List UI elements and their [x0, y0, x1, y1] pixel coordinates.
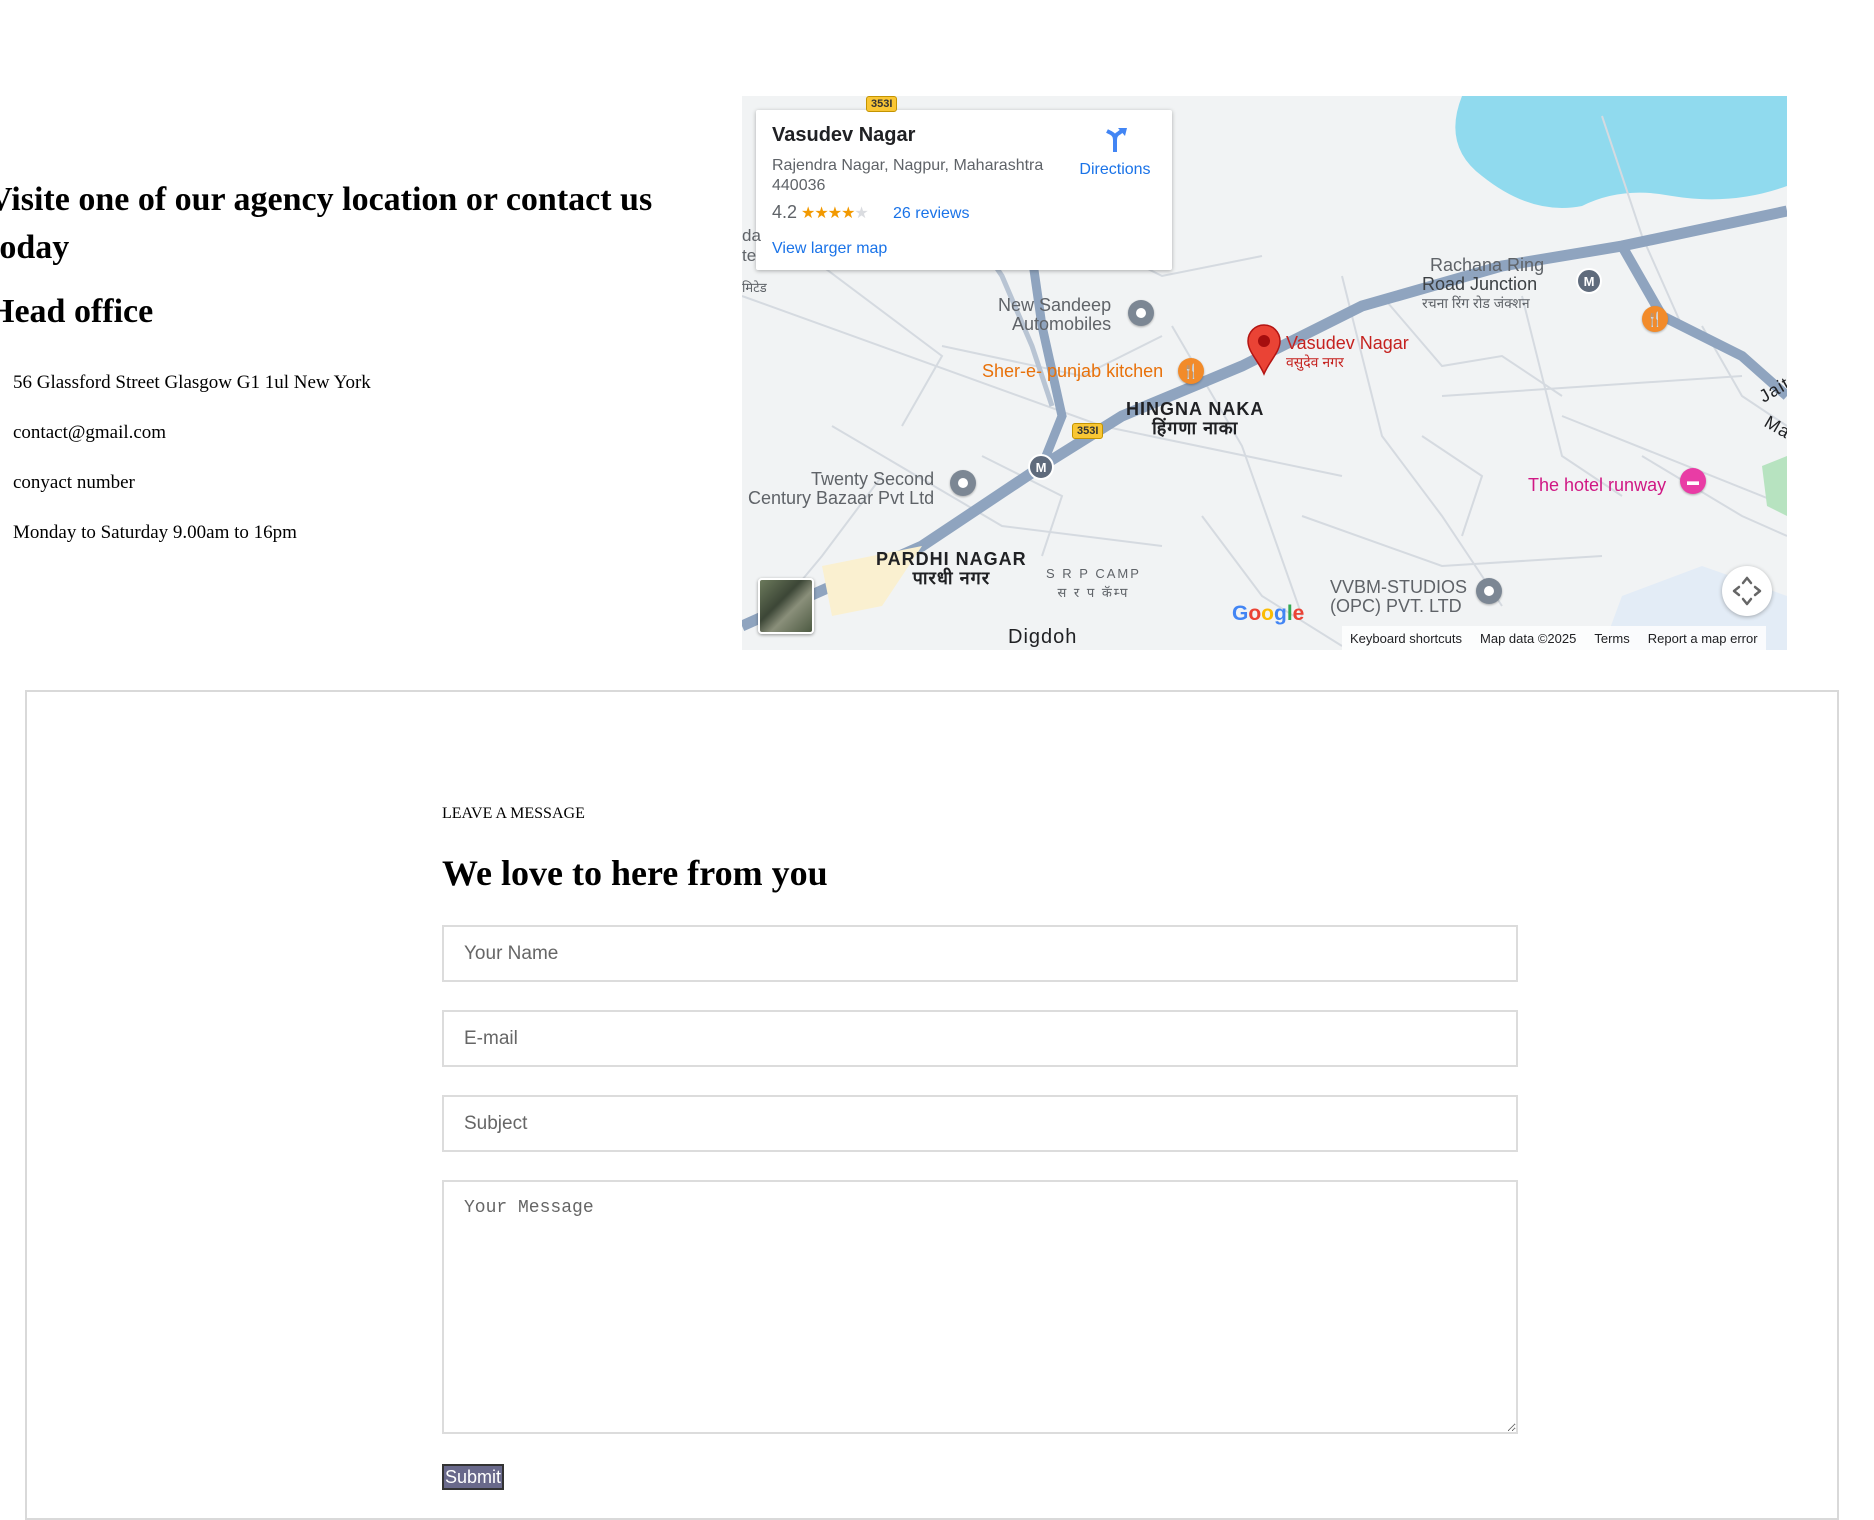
rachana-junction-label: Rachana Ring Road Junction रचना रिंग रोड…: [1422, 256, 1544, 313]
pardhi-nagar-label: PARDHI NAGAR पारधी नगर: [876, 550, 1027, 588]
new-sandeep-label: New Sandeep Automobiles: [998, 296, 1111, 334]
head-office-title: Head office: [0, 293, 154, 330]
message-textarea[interactable]: [442, 1180, 1518, 1434]
label-line: रचना रिंग रोड जंक्शन: [1422, 295, 1530, 311]
map-edge-label: te: [742, 246, 757, 265]
map-edge-label: मिटेड: [742, 280, 767, 295]
form-eyebrow: LEAVE A MESSAGE: [442, 805, 585, 822]
location-pin-icon[interactable]: [950, 470, 976, 496]
label-line: Rachana Ring: [1430, 255, 1545, 275]
highway-shield: 353I: [1072, 423, 1104, 439]
restaurant-icon[interactable]: 🍴: [1642, 306, 1668, 332]
subject-input[interactable]: [442, 1095, 1518, 1152]
name-input[interactable]: [442, 925, 1518, 982]
label-line: Road Junction: [1422, 274, 1538, 294]
label-line: New Sandeep: [998, 295, 1112, 315]
contact-details-list: 56 Glassford Street Glasgow G1 1ul New Y…: [0, 358, 720, 558]
srp-camp-label: S R P CAMP स र प कॅम्प: [1046, 564, 1141, 602]
keyboard-shortcuts-link[interactable]: Keyboard shortcuts: [1350, 631, 1462, 646]
view-larger-map-link[interactable]: View larger map: [772, 240, 887, 258]
vvbm-studios-label: VVBM-STUDIOS (OPC) PVT. LTD: [1330, 578, 1467, 616]
submit-button[interactable]: Submit: [442, 1464, 504, 1490]
place-address: Rajendra Nagar, Nagpur, Maharashtra 4400…: [772, 157, 1044, 194]
restaurant-label: Sher-e- punjab kitchen: [982, 361, 1164, 381]
place-name: Vasudev Nagar: [772, 124, 916, 146]
label-line: Twenty Second: [811, 469, 935, 489]
fullscreen-button[interactable]: [1722, 566, 1772, 616]
satellite-view-toggle[interactable]: [758, 578, 814, 634]
embedded-map[interactable]: Vasudev Nagar Rajendra Nagar, Nagpur, Ma…: [742, 96, 1787, 650]
hingna-naka-label: HINGNA NAKA हिंगणा नाका: [1126, 400, 1264, 438]
label-line: वसुदेव नगर: [1286, 354, 1344, 370]
email-input[interactable]: [442, 1010, 1518, 1067]
address-item: 56 Glassford Street Glasgow G1 1ul New Y…: [13, 372, 371, 393]
place-card: Vasudev Nagar Rajendra Nagar, Nagpur, Ma…: [756, 110, 1172, 270]
rating-value: 4.2: [772, 202, 798, 222]
report-error-link[interactable]: Report a map error: [1648, 631, 1758, 646]
rating-stars: ★★★★★: [801, 205, 869, 222]
fullscreen-icon: [1732, 576, 1762, 606]
directions-button[interactable]: Directions: [1074, 126, 1156, 179]
form-title: We love to here from you: [442, 853, 828, 893]
map-edge-label: da: [742, 226, 761, 245]
email-item: contact@gmail.com: [13, 422, 167, 443]
metro-icon[interactable]: M: [1028, 454, 1054, 480]
label-line: पारधी नगर: [912, 568, 991, 588]
location-pin-icon[interactable]: [1128, 300, 1154, 326]
reviews-link[interactable]: 26 reviews: [893, 205, 969, 223]
map-attribution-bar: Keyboard shortcuts Map data ©2025 Terms …: [1342, 626, 1766, 650]
selected-place-pin-icon[interactable]: [1246, 324, 1282, 376]
twenty-second-century-label: Twenty Second Century Bazaar Pvt Ltd: [748, 470, 934, 508]
map-data-text: Map data ©2025: [1480, 630, 1577, 646]
hotel-icon[interactable]: ▬: [1680, 468, 1706, 494]
hours-item: Monday to Saturday 9.00am to 16pm: [13, 522, 297, 543]
label-line: हिंगणा नाका: [1152, 418, 1239, 438]
directions-icon: [1106, 128, 1127, 152]
label-line: PARDHI NAGAR: [876, 549, 1027, 569]
label-line: Century Bazaar Pvt Ltd: [748, 488, 935, 508]
terms-link[interactable]: Terms: [1594, 631, 1629, 646]
label-line: स र प कॅम्प: [1057, 585, 1130, 600]
message-section: LEAVE A MESSAGE We love to here from you…: [25, 690, 1839, 1520]
label-line: S R P CAMP: [1046, 566, 1141, 581]
metro-icon[interactable]: M: [1576, 268, 1602, 294]
restaurant-icon[interactable]: 🍴: [1178, 358, 1204, 384]
location-pin-icon[interactable]: [1476, 578, 1502, 604]
hotel-label: The hotel runway: [1528, 475, 1667, 495]
lake: [1455, 96, 1787, 208]
directions-label: Directions: [1079, 161, 1151, 178]
digdoh-label: Digdoh: [1008, 626, 1078, 648]
phone-item: conyact number: [13, 472, 135, 493]
google-logo: Google: [1232, 602, 1305, 625]
label-line: (OPC) PVT. LTD: [1330, 596, 1462, 616]
label-line: HINGNA NAKA: [1126, 399, 1265, 419]
vasudev-nagar-label: Vasudev Nagar वसुदेव नगर: [1286, 334, 1409, 372]
place-rating: 4.2 ★★★★★: [772, 202, 869, 223]
label-line: VVBM-STUDIOS: [1330, 577, 1468, 597]
empty-star: ★: [854, 205, 868, 222]
highway-shield: 353I: [866, 96, 898, 112]
label-line: Vasudev Nagar: [1286, 333, 1409, 353]
label-line: Automobiles: [1012, 314, 1112, 334]
visit-heading: Visite one of our agency location or con…: [0, 181, 653, 266]
contact-info: Visite one of our agency location or con…: [0, 176, 720, 558]
filled-stars: ★★★★: [801, 205, 855, 222]
